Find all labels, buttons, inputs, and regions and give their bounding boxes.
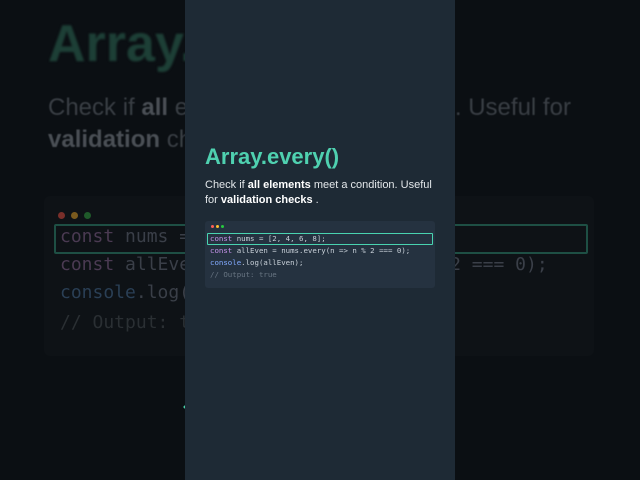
maximize-dot-icon <box>84 212 91 219</box>
code-block: const nums = [2, 4, 6, 8]; const allEven… <box>205 221 435 288</box>
content-card: Array.every() Check if all elements meet… <box>185 0 455 480</box>
maximize-dot-icon <box>221 225 224 228</box>
code-line-1: const nums = [2, 4, 6, 8]; <box>210 234 326 243</box>
code-line-2: const allEven = nums.every(n => n % 2 ==… <box>210 246 411 255</box>
code-line-4: // Output: true <box>210 270 277 279</box>
description-text: Check if all elements meet a condition. … <box>205 179 432 206</box>
window-dots <box>211 225 226 229</box>
code-line-3: console.log(allEven); <box>210 258 304 267</box>
close-dot-icon <box>211 225 214 228</box>
background-window-dots <box>58 206 97 224</box>
page-title: Array.every() <box>205 144 340 169</box>
minimize-dot-icon <box>216 225 219 228</box>
close-dot-icon <box>58 212 65 219</box>
minimize-dot-icon <box>71 212 78 219</box>
